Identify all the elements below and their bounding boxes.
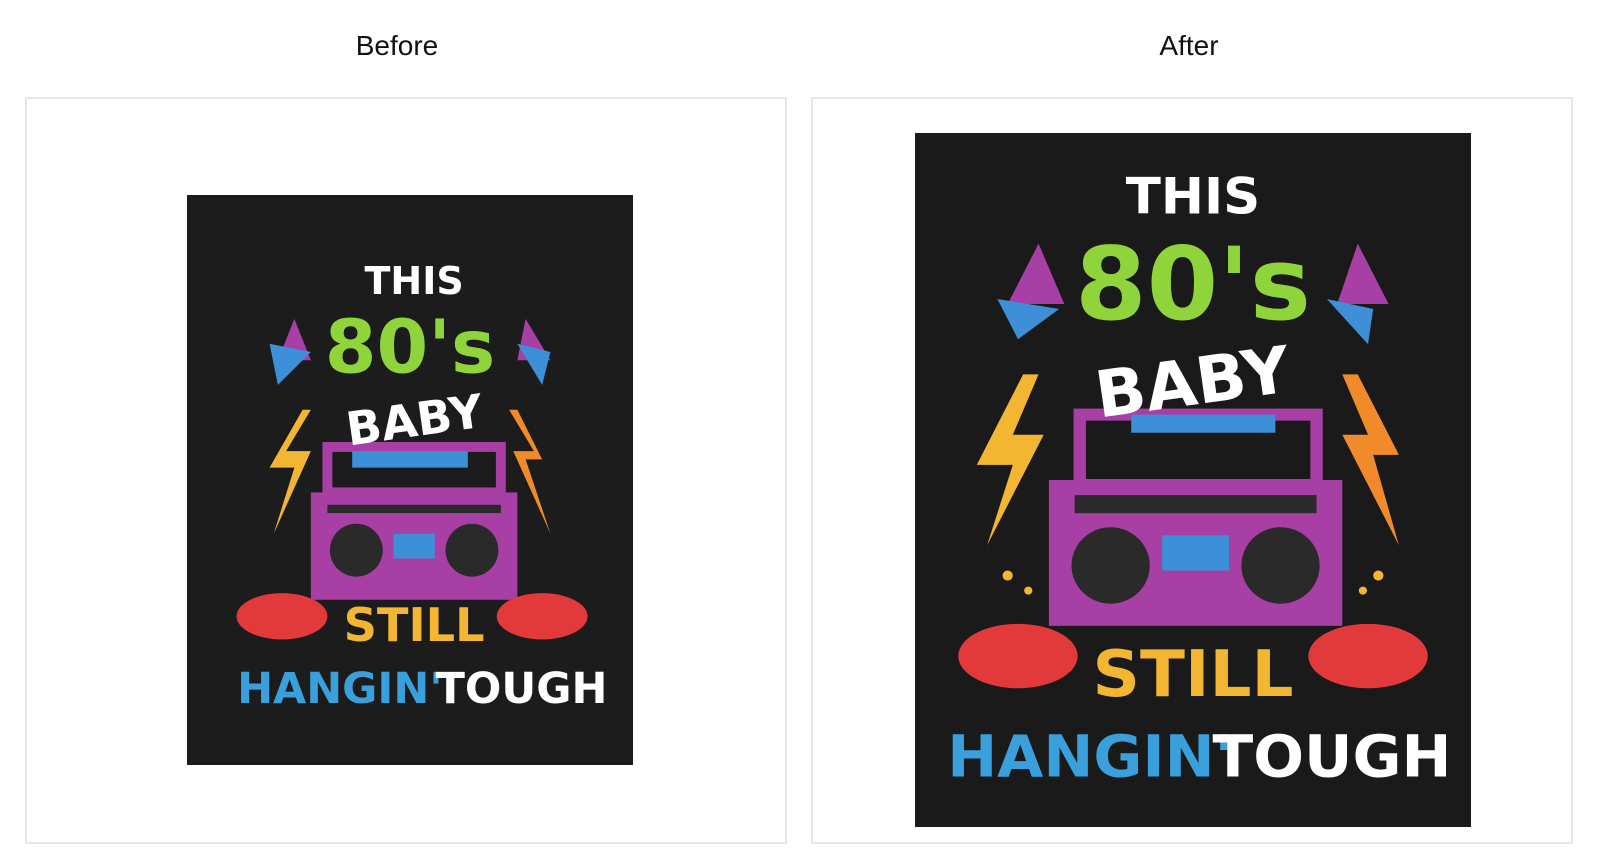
lips-icon bbox=[1308, 623, 1428, 689]
before-artwork: THIS 80's BABY STILL HANGIN' TOUGH bbox=[187, 195, 633, 765]
before-artwork-graphic: THIS 80's BABY STILL HANGIN' TOUGH bbox=[187, 195, 633, 765]
lips-icon bbox=[496, 593, 588, 640]
lips-icon bbox=[958, 623, 1078, 689]
after-title: After bbox=[1159, 30, 1219, 61]
art-line-still: STILL bbox=[1093, 638, 1294, 712]
before-panel: THIS 80's BABY STILL HANGIN' TOUGH bbox=[25, 97, 787, 844]
before-title: Before bbox=[355, 30, 439, 61]
art-line-hangin: HANGIN' bbox=[237, 664, 442, 714]
art-line-this: THIS bbox=[1126, 167, 1260, 225]
art-line-still: STILL bbox=[344, 598, 485, 652]
art-line-this: THIS bbox=[365, 259, 464, 303]
after-panel: THIS 80's BABY STILL HANGIN' TOUGH bbox=[811, 97, 1573, 844]
after-artwork: THIS 80's BABY STILL HANGIN' TOUGH bbox=[915, 133, 1471, 827]
art-line-tough: TOUGH bbox=[436, 664, 608, 714]
lips-icon bbox=[236, 593, 328, 640]
after-artwork-graphic: THIS 80's BABY STILL HANGIN' TOUGH bbox=[915, 133, 1471, 827]
art-line-80s: 80's bbox=[1075, 227, 1311, 344]
art-line-tough: TOUGH bbox=[1213, 722, 1452, 790]
art-line-80s: 80's bbox=[325, 304, 495, 391]
art-line-hangin: HANGIN' bbox=[947, 722, 1233, 790]
